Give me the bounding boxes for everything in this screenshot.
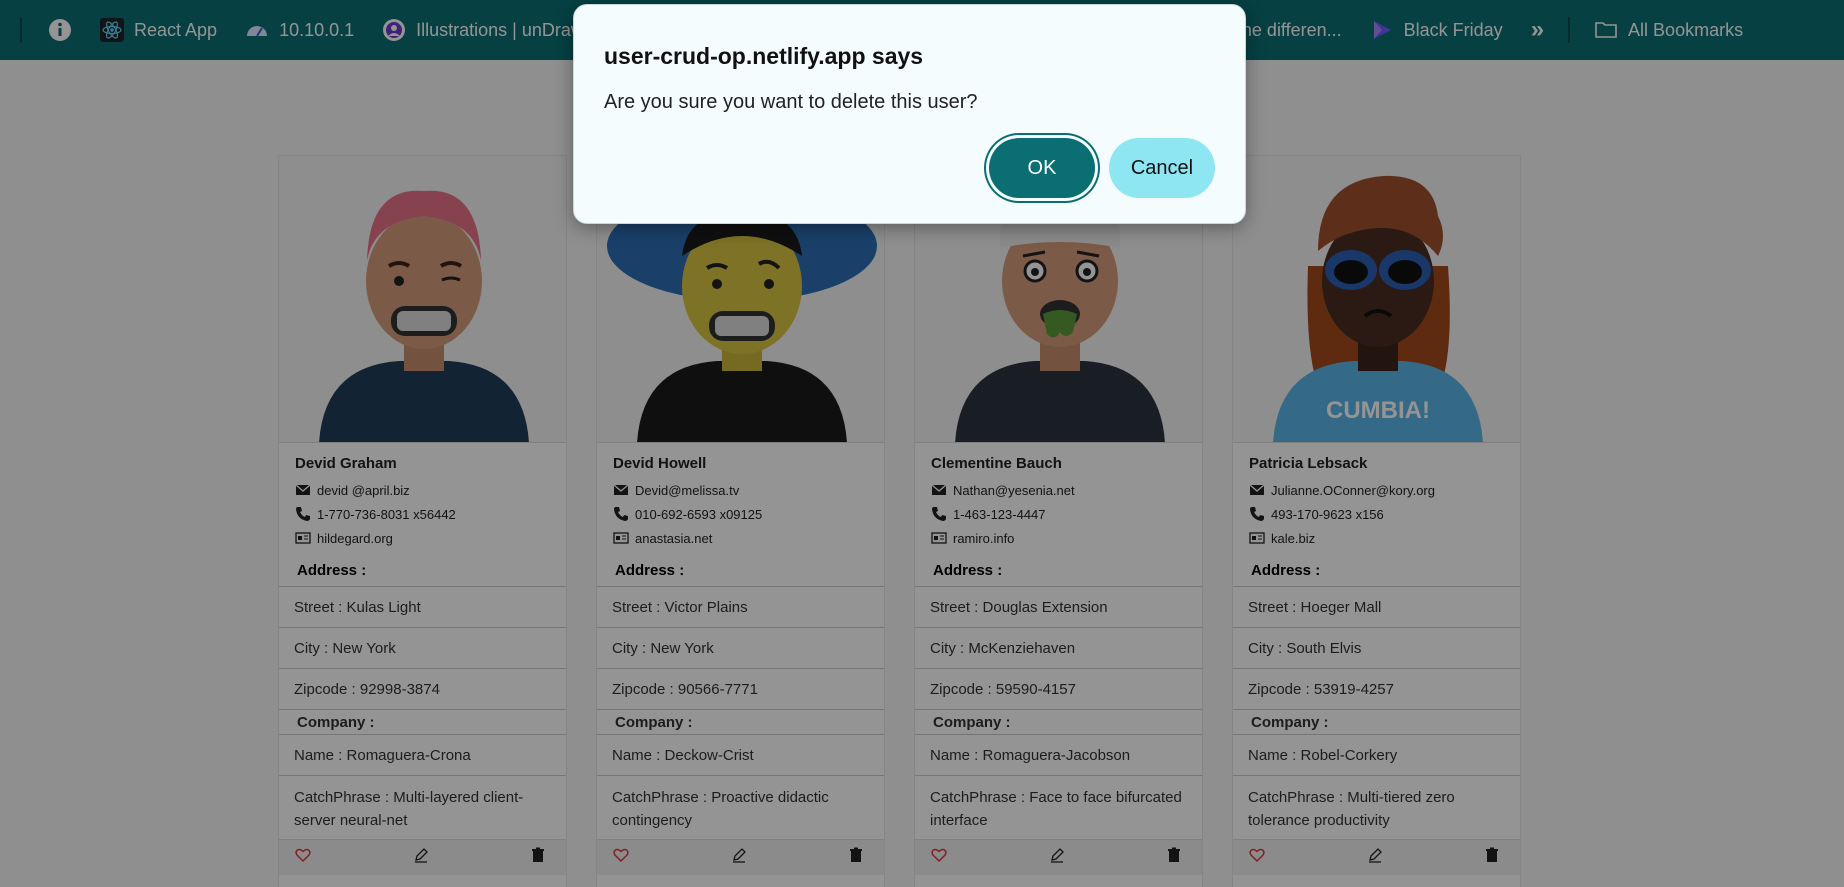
- confirm-dialog: user-crud-op.netlify.app says Are you su…: [573, 4, 1246, 224]
- cancel-button[interactable]: Cancel: [1109, 138, 1215, 198]
- dialog-message: Are you sure you want to delete this use…: [604, 91, 978, 113]
- ok-button[interactable]: OK: [989, 138, 1095, 198]
- dialog-title: user-crud-op.netlify.app says: [604, 43, 924, 69]
